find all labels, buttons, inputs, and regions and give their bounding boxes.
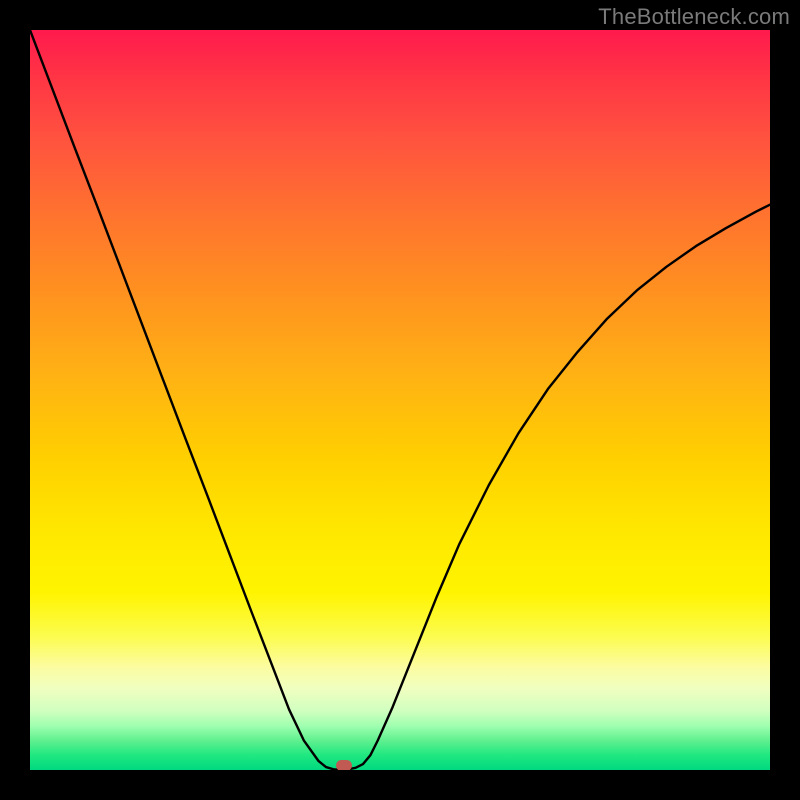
bottleneck-curve bbox=[30, 30, 770, 770]
watermark-text: TheBottleneck.com bbox=[598, 4, 790, 30]
minimum-marker bbox=[336, 760, 352, 770]
chart-frame: TheBottleneck.com bbox=[0, 0, 800, 800]
plot-area bbox=[30, 30, 770, 770]
